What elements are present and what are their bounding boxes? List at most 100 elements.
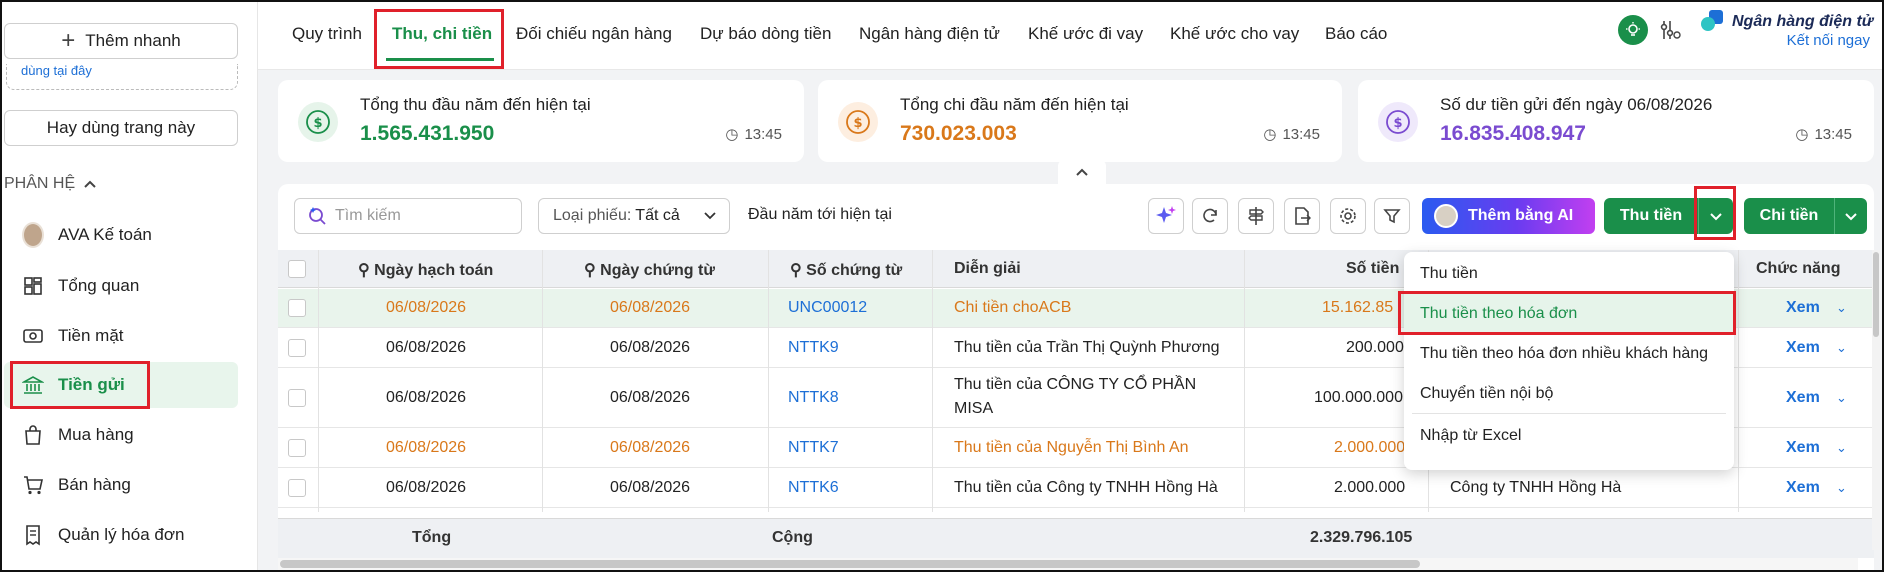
plus-icon: + xyxy=(61,27,76,54)
e-banking-title: Ngân hàng điện tử xyxy=(1732,13,1874,30)
sidebar-item-overview[interactable]: Tổng quan xyxy=(4,263,238,309)
chevron-down-icon[interactable]: ⌄ xyxy=(1836,340,1847,356)
chevron-up-icon xyxy=(84,180,96,188)
gear-icon xyxy=(1340,208,1356,224)
view-link[interactable]: Xem xyxy=(1786,479,1820,497)
chevron-down-icon[interactable]: ⌄ xyxy=(1836,440,1847,456)
period-filter[interactable]: Đầu năm tới hiện tại xyxy=(748,206,892,224)
tab-receipts-payments[interactable]: Thu, chi tiền xyxy=(392,24,492,44)
sidebar-item-invoice[interactable]: Quản lý hóa đơn xyxy=(4,512,238,558)
header-description[interactable]: Diễn giải xyxy=(954,260,1021,278)
sidebar-item-ava[interactable]: AVA Kế toán xyxy=(4,212,238,258)
row-checkbox[interactable] xyxy=(288,339,306,357)
sidebar-item-label: Mua hàng xyxy=(58,425,134,444)
signpost-button[interactable] xyxy=(1238,198,1274,234)
tab-lending-contracts[interactable]: Khế ước cho vay xyxy=(1170,24,1299,44)
settings-sliders-button[interactable] xyxy=(1658,18,1682,47)
quick-add-button[interactable]: + Thêm nhanh xyxy=(4,23,238,59)
cell-doc-no-link[interactable]: UNC00012 xyxy=(788,299,867,317)
sidebar-item-purchase[interactable]: Mua hàng xyxy=(4,412,238,458)
connect-now-link[interactable]: Kết nối ngay xyxy=(1787,32,1870,49)
cell-description-line2: MISA xyxy=(954,400,994,417)
header-actions: Chức năng xyxy=(1756,260,1841,277)
pin-icon: ⚲ xyxy=(358,262,375,279)
cell-description: Thu tiền của Nguyễn Thị Bình An xyxy=(954,439,1189,456)
refresh-button[interactable] xyxy=(1192,198,1228,234)
stat-refresh-time[interactable]: ◷ 13:45 xyxy=(1263,125,1320,144)
pay-dropdown-button[interactable] xyxy=(1835,198,1867,234)
ai-sparkle-button[interactable] xyxy=(1148,198,1184,234)
receive-options-menu: Thu tiền Thu tiền theo hóa đơn Thu tiền … xyxy=(1404,252,1734,470)
header-doc-no[interactable]: ⚲ Số chứng từ xyxy=(790,260,902,280)
menu-item-internal-transfer[interactable]: Chuyển tiền nội bộ xyxy=(1404,374,1734,414)
receive-dropdown-button[interactable] xyxy=(1699,198,1733,234)
menu-item-import-excel[interactable]: Nhập từ Excel xyxy=(1404,416,1734,456)
view-link[interactable]: Xem xyxy=(1786,299,1820,317)
sidebar-item-label: Bán hàng xyxy=(58,475,131,494)
menu-item-receive-by-invoice[interactable]: Thu tiền theo hóa đơn xyxy=(1404,294,1734,334)
menu-item-receive[interactable]: Thu tiền xyxy=(1404,254,1734,294)
active-tab-underline xyxy=(386,58,494,61)
lightbulb-button[interactable] xyxy=(1618,15,1648,45)
vertical-scrollbar[interactable] xyxy=(1872,250,1880,550)
e-banking-logo-icon xyxy=(1701,10,1723,31)
header-doc-date[interactable]: ⚲ Ngày chứng từ xyxy=(584,260,715,280)
row-checkbox[interactable] xyxy=(288,299,306,317)
pay-money-button[interactable]: Chi tiền xyxy=(1744,198,1834,234)
voucher-type-select[interactable]: Loại phiếu: Tất cả xyxy=(538,198,730,234)
row-checkbox[interactable] xyxy=(288,479,306,497)
pin-icon: ⚲ xyxy=(584,262,601,279)
stat-refresh-time[interactable]: ◷ 13:45 xyxy=(1795,125,1852,144)
row-checkbox[interactable] xyxy=(288,439,306,457)
horizontal-scrollbar[interactable] xyxy=(278,558,1858,570)
bank-icon xyxy=(22,374,44,396)
header-posting-date[interactable]: ⚲ Ngày hạch toán xyxy=(358,260,493,280)
tab-bank-reconciliation[interactable]: Đối chiếu ngân hàng xyxy=(516,24,672,44)
collapse-stats-button[interactable] xyxy=(1058,160,1106,184)
header-amount[interactable]: Số tiền xyxy=(1346,260,1399,278)
svg-text:$: $ xyxy=(1393,116,1402,131)
footer-amount: 2.329.796.105 xyxy=(1310,529,1413,546)
scroll-thumb[interactable] xyxy=(1873,252,1879,337)
tab-e-banking[interactable]: Ngân hàng điện tử xyxy=(859,24,1000,44)
table-row[interactable]: 06/08/2026 06/08/2026 NTTK6 Thu tiền của… xyxy=(278,468,1874,508)
module-section-header[interactable]: PHÂN HỆ xyxy=(4,175,97,193)
dashboard-icon xyxy=(22,275,44,297)
common-page-button[interactable]: Hay dùng trang này xyxy=(4,110,238,146)
chevron-down-icon[interactable]: ⌄ xyxy=(1836,480,1847,496)
cell-description: Thu tiền của Trần Thị Quỳnh Phương xyxy=(954,339,1220,356)
column-divider xyxy=(1738,250,1739,512)
search-input[interactable]: Tìm kiếm xyxy=(294,198,522,234)
tab-borrowing-contracts[interactable]: Khế ước đi vay xyxy=(1028,24,1143,44)
cell-doc-no-link[interactable]: NTTK9 xyxy=(788,339,839,357)
chevron-down-icon[interactable]: ⌄ xyxy=(1836,300,1847,316)
menu-item-receive-multi-customer[interactable]: Thu tiền theo hóa đơn nhiều khách hàng xyxy=(1404,334,1734,374)
cell-doc-no-link[interactable]: NTTK7 xyxy=(788,439,839,457)
view-link[interactable]: Xem xyxy=(1786,339,1820,357)
row-checkbox[interactable] xyxy=(288,389,306,407)
view-link[interactable]: Xem xyxy=(1786,389,1820,407)
export-button[interactable] xyxy=(1284,198,1320,234)
sidebar-item-cash[interactable]: Tiền mặt xyxy=(4,313,238,359)
chevron-down-icon xyxy=(1845,213,1857,221)
view-link[interactable]: Xem xyxy=(1786,439,1820,457)
settings-button[interactable] xyxy=(1330,198,1366,234)
chevron-down-icon[interactable]: ⌄ xyxy=(1836,390,1847,406)
chevron-up-icon xyxy=(1076,168,1088,176)
stat-label: Số dư tiền gửi đến ngày 06/08/2026 xyxy=(1440,95,1713,114)
select-all-checkbox[interactable] xyxy=(288,260,306,278)
sidebar-item-sales[interactable]: Bán hàng xyxy=(4,462,238,508)
filter-button[interactable] xyxy=(1374,198,1410,234)
sidebar-item-deposit[interactable]: Tiền gửi xyxy=(4,362,238,408)
tab-reports[interactable]: Báo cáo xyxy=(1325,24,1387,44)
tab-workflow[interactable]: Quy trình xyxy=(292,24,362,44)
table-footer: Tổng Cộng 2.329.796.105 xyxy=(278,518,1874,558)
cell-doc-no-link[interactable]: NTTK8 xyxy=(788,389,839,407)
stat-refresh-time[interactable]: ◷ 13:45 xyxy=(725,125,782,144)
cell-doc-no-link[interactable]: NTTK6 xyxy=(788,479,839,497)
add-with-ai-button[interactable]: Thêm bằng AI xyxy=(1422,198,1595,234)
e-banking-brand[interactable]: Ngân hàng điện tử xyxy=(1700,10,1873,34)
receive-money-button[interactable]: Thu tiền xyxy=(1604,198,1698,234)
tab-cashflow-forecast[interactable]: Dự báo dòng tiền xyxy=(700,24,831,44)
scroll-thumb[interactable] xyxy=(280,560,1420,568)
